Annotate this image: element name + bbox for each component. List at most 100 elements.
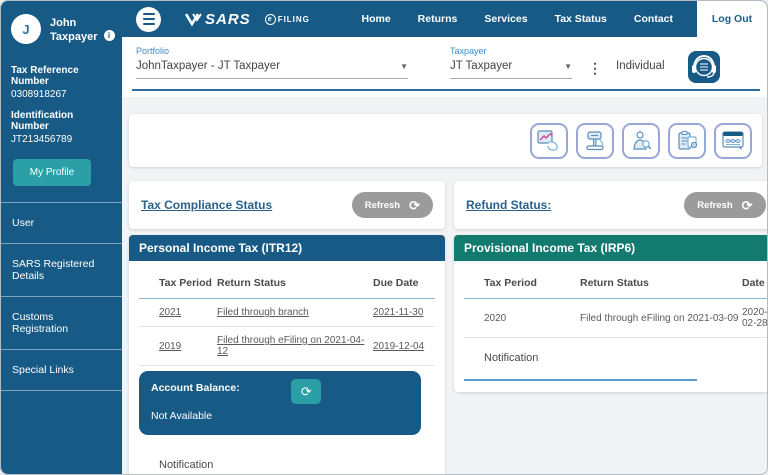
account-balance-refresh-button[interactable]: ⟳ — [291, 379, 322, 404]
column-tax-period: Tax Period — [484, 277, 537, 289]
user-name: John Taxpayer — [50, 16, 98, 45]
account-balance-value: Not Available — [151, 410, 213, 422]
quick-links-card — [129, 114, 762, 167]
date-value: 2020-02-28 — [742, 307, 768, 329]
tax-period-link[interactable]: 2021 — [159, 307, 217, 318]
itr12-card: Personal Income Tax (ITR12) Tax Period R… — [129, 235, 445, 474]
itr12-notification-label: Notification — [159, 459, 214, 471]
refund-refresh-button[interactable]: Refresh ⟳ — [684, 192, 766, 218]
refresh-icon: ⟳ — [409, 197, 420, 213]
chevron-down-icon: ▼ — [400, 61, 408, 71]
sidebar-item-user[interactable]: User — [1, 201, 122, 243]
sars-wordmark: SARS — [205, 10, 251, 28]
account-balance-label: Account Balance: — [151, 382, 240, 394]
taxpayer-label: Taxpayer — [450, 46, 487, 56]
taxpayer-value: JT Taxpayer — [450, 60, 513, 72]
tax-reference-block: Tax Reference Number 0308918267 — [1, 65, 122, 100]
user-block: J John Taxpayer i — [1, 1, 122, 45]
clipboard-documents-icon[interactable] — [668, 122, 706, 159]
scanner-device-icon[interactable] — [576, 122, 614, 159]
column-return-status: Return Status — [217, 277, 286, 289]
avatar: J — [11, 14, 41, 44]
dashboard-columns: Tax Compliance Status Refresh ⟳ Personal… — [129, 181, 767, 474]
main-content: Portfolio JohnTaxpayer - JT Taxpayer ▼ T… — [122, 37, 767, 474]
nav-contact[interactable]: Contact — [634, 13, 673, 25]
itr12-row-2019: 2019 Filed through eFiling on 2021-04-12… — [139, 327, 435, 366]
right-column: Refund Status: Refresh ⟳ Provisional Inc… — [454, 181, 768, 392]
nav-services[interactable]: Services — [484, 13, 527, 25]
portfolio-label: Portfolio — [136, 46, 170, 56]
tax-compliance-status-link[interactable]: Tax Compliance Status — [141, 198, 272, 212]
due-date-link[interactable]: 2019-12-04 — [373, 341, 435, 352]
column-return-status: Return Status — [580, 277, 649, 289]
due-date-link[interactable]: 2021-11-30 — [373, 307, 435, 318]
taxpayer-type-label: Individual — [616, 60, 665, 72]
itr12-row-2021: 2021 Filed through branch 2021-11-30 — [139, 299, 435, 327]
nav-tax-status[interactable]: Tax Status — [555, 13, 607, 25]
refresh-icon: ⟳ — [741, 197, 753, 213]
refresh-label: Refresh — [364, 199, 401, 211]
tax-period-value: 2020 — [484, 312, 507, 324]
tax-period-link[interactable]: 2019 — [159, 341, 217, 352]
top-navigation-bar: SARS e FILING Home Returns Services Tax … — [122, 1, 767, 37]
notification-underline — [464, 379, 697, 381]
portfolio-bar: Portfolio JohnTaxpayer - JT Taxpayer ▼ T… — [122, 37, 767, 97]
identification-value: JT213456789 — [11, 133, 73, 145]
sidebar-menu: User SARS Registered Details Customs Reg… — [1, 201, 122, 391]
user-name-line2: Taxpayer — [50, 31, 98, 44]
tax-reference-label: Tax Reference Number — [11, 64, 79, 87]
user-name-line1: John — [50, 17, 77, 29]
chevron-down-icon: ▼ — [564, 61, 572, 71]
person-search-icon[interactable] — [622, 122, 660, 159]
column-date: Date — [742, 277, 765, 289]
portfolio-select[interactable]: Portfolio JohnTaxpayer - JT Taxpayer ▼ — [136, 46, 408, 79]
left-column: Tax Compliance Status Refresh ⟳ Personal… — [129, 181, 445, 474]
my-profile-button[interactable]: My Profile — [13, 158, 91, 186]
online-services-icon[interactable] — [714, 122, 752, 159]
irp6-row-2020: 2020 Filed through eFiling on 2021-03-09… — [464, 299, 768, 338]
column-tax-period: Tax Period — [159, 277, 212, 289]
irp6-notification-label: Notification — [484, 352, 539, 364]
hamburger-menu-icon[interactable] — [136, 6, 161, 32]
nav-returns[interactable]: Returns — [418, 13, 458, 25]
itr12-table-header: Tax Period Return Status Due Date — [139, 261, 435, 299]
efiling-wordmark: FILING — [277, 14, 310, 24]
top-nav-links: Home Returns Services Tax Status Contact — [361, 13, 673, 25]
itr12-card-title: Personal Income Tax (ITR12) — [129, 235, 445, 261]
identification-label: Identification Number — [11, 109, 74, 132]
kebab-menu-icon[interactable]: ⋮ — [588, 60, 602, 77]
sidebar: J John Taxpayer i Tax Reference Number 0… — [1, 1, 122, 474]
sidebar-item-special-links[interactable]: Special Links — [1, 348, 122, 391]
irp6-card-title: Provisional Income Tax (IRP6) — [454, 235, 767, 261]
efiling-logo: e FILING — [264, 13, 310, 25]
portfolio-value: JohnTaxpayer - JT Taxpayer — [136, 60, 281, 72]
sars-tick-icon — [185, 13, 202, 27]
return-status-value: Filed through eFiling on 2021-03-09 — [580, 312, 739, 324]
reports-chart-icon[interactable] — [530, 122, 568, 159]
return-status-link[interactable]: Filed through eFiling on 2021-04-12 — [217, 335, 373, 357]
nav-home[interactable]: Home — [361, 13, 390, 25]
identification-block: Identification Number JT213456789 — [1, 110, 122, 145]
return-status-link[interactable]: Filed through branch — [217, 307, 373, 318]
compliance-refresh-button[interactable]: Refresh ⟳ — [351, 192, 433, 218]
irp6-card: Provisional Income Tax (IRP6) Tax Period… — [454, 235, 768, 392]
irp6-table: Tax Period Return Status Date 2020 Filed… — [454, 261, 768, 338]
efiling-e-icon: e — [264, 13, 276, 25]
efiling-dashboard-page: J John Taxpayer i Tax Reference Number 0… — [0, 0, 768, 475]
refresh-label: Refresh — [697, 199, 733, 211]
refund-status-card: Refund Status: Refresh ⟳ — [454, 181, 767, 229]
info-icon[interactable]: i — [103, 30, 115, 41]
itr12-table: Tax Period Return Status Due Date 2021 F… — [129, 261, 445, 366]
taxpayer-select[interactable]: Taxpayer JT Taxpayer ▼ — [450, 46, 572, 79]
logout-button[interactable]: Log Out — [697, 1, 767, 37]
refund-status-link[interactable]: Refund Status: — [466, 198, 551, 212]
column-due-date: Due Date — [373, 277, 419, 289]
sars-logo: SARS e FILING — [185, 11, 310, 28]
account-balance-box: Account Balance: ⟳ Not Available — [139, 371, 421, 435]
sidebar-item-sars-registered-details[interactable]: SARS Registered Details — [1, 242, 122, 296]
tax-reference-value: 0308918267 — [11, 88, 67, 100]
irp6-table-header: Tax Period Return Status Date — [464, 261, 767, 299]
tax-compliance-card: Tax Compliance Status Refresh ⟳ — [129, 181, 445, 229]
sidebar-item-customs-registration[interactable]: Customs Registration — [1, 295, 122, 349]
help-you-efile-icon[interactable] — [687, 50, 721, 89]
